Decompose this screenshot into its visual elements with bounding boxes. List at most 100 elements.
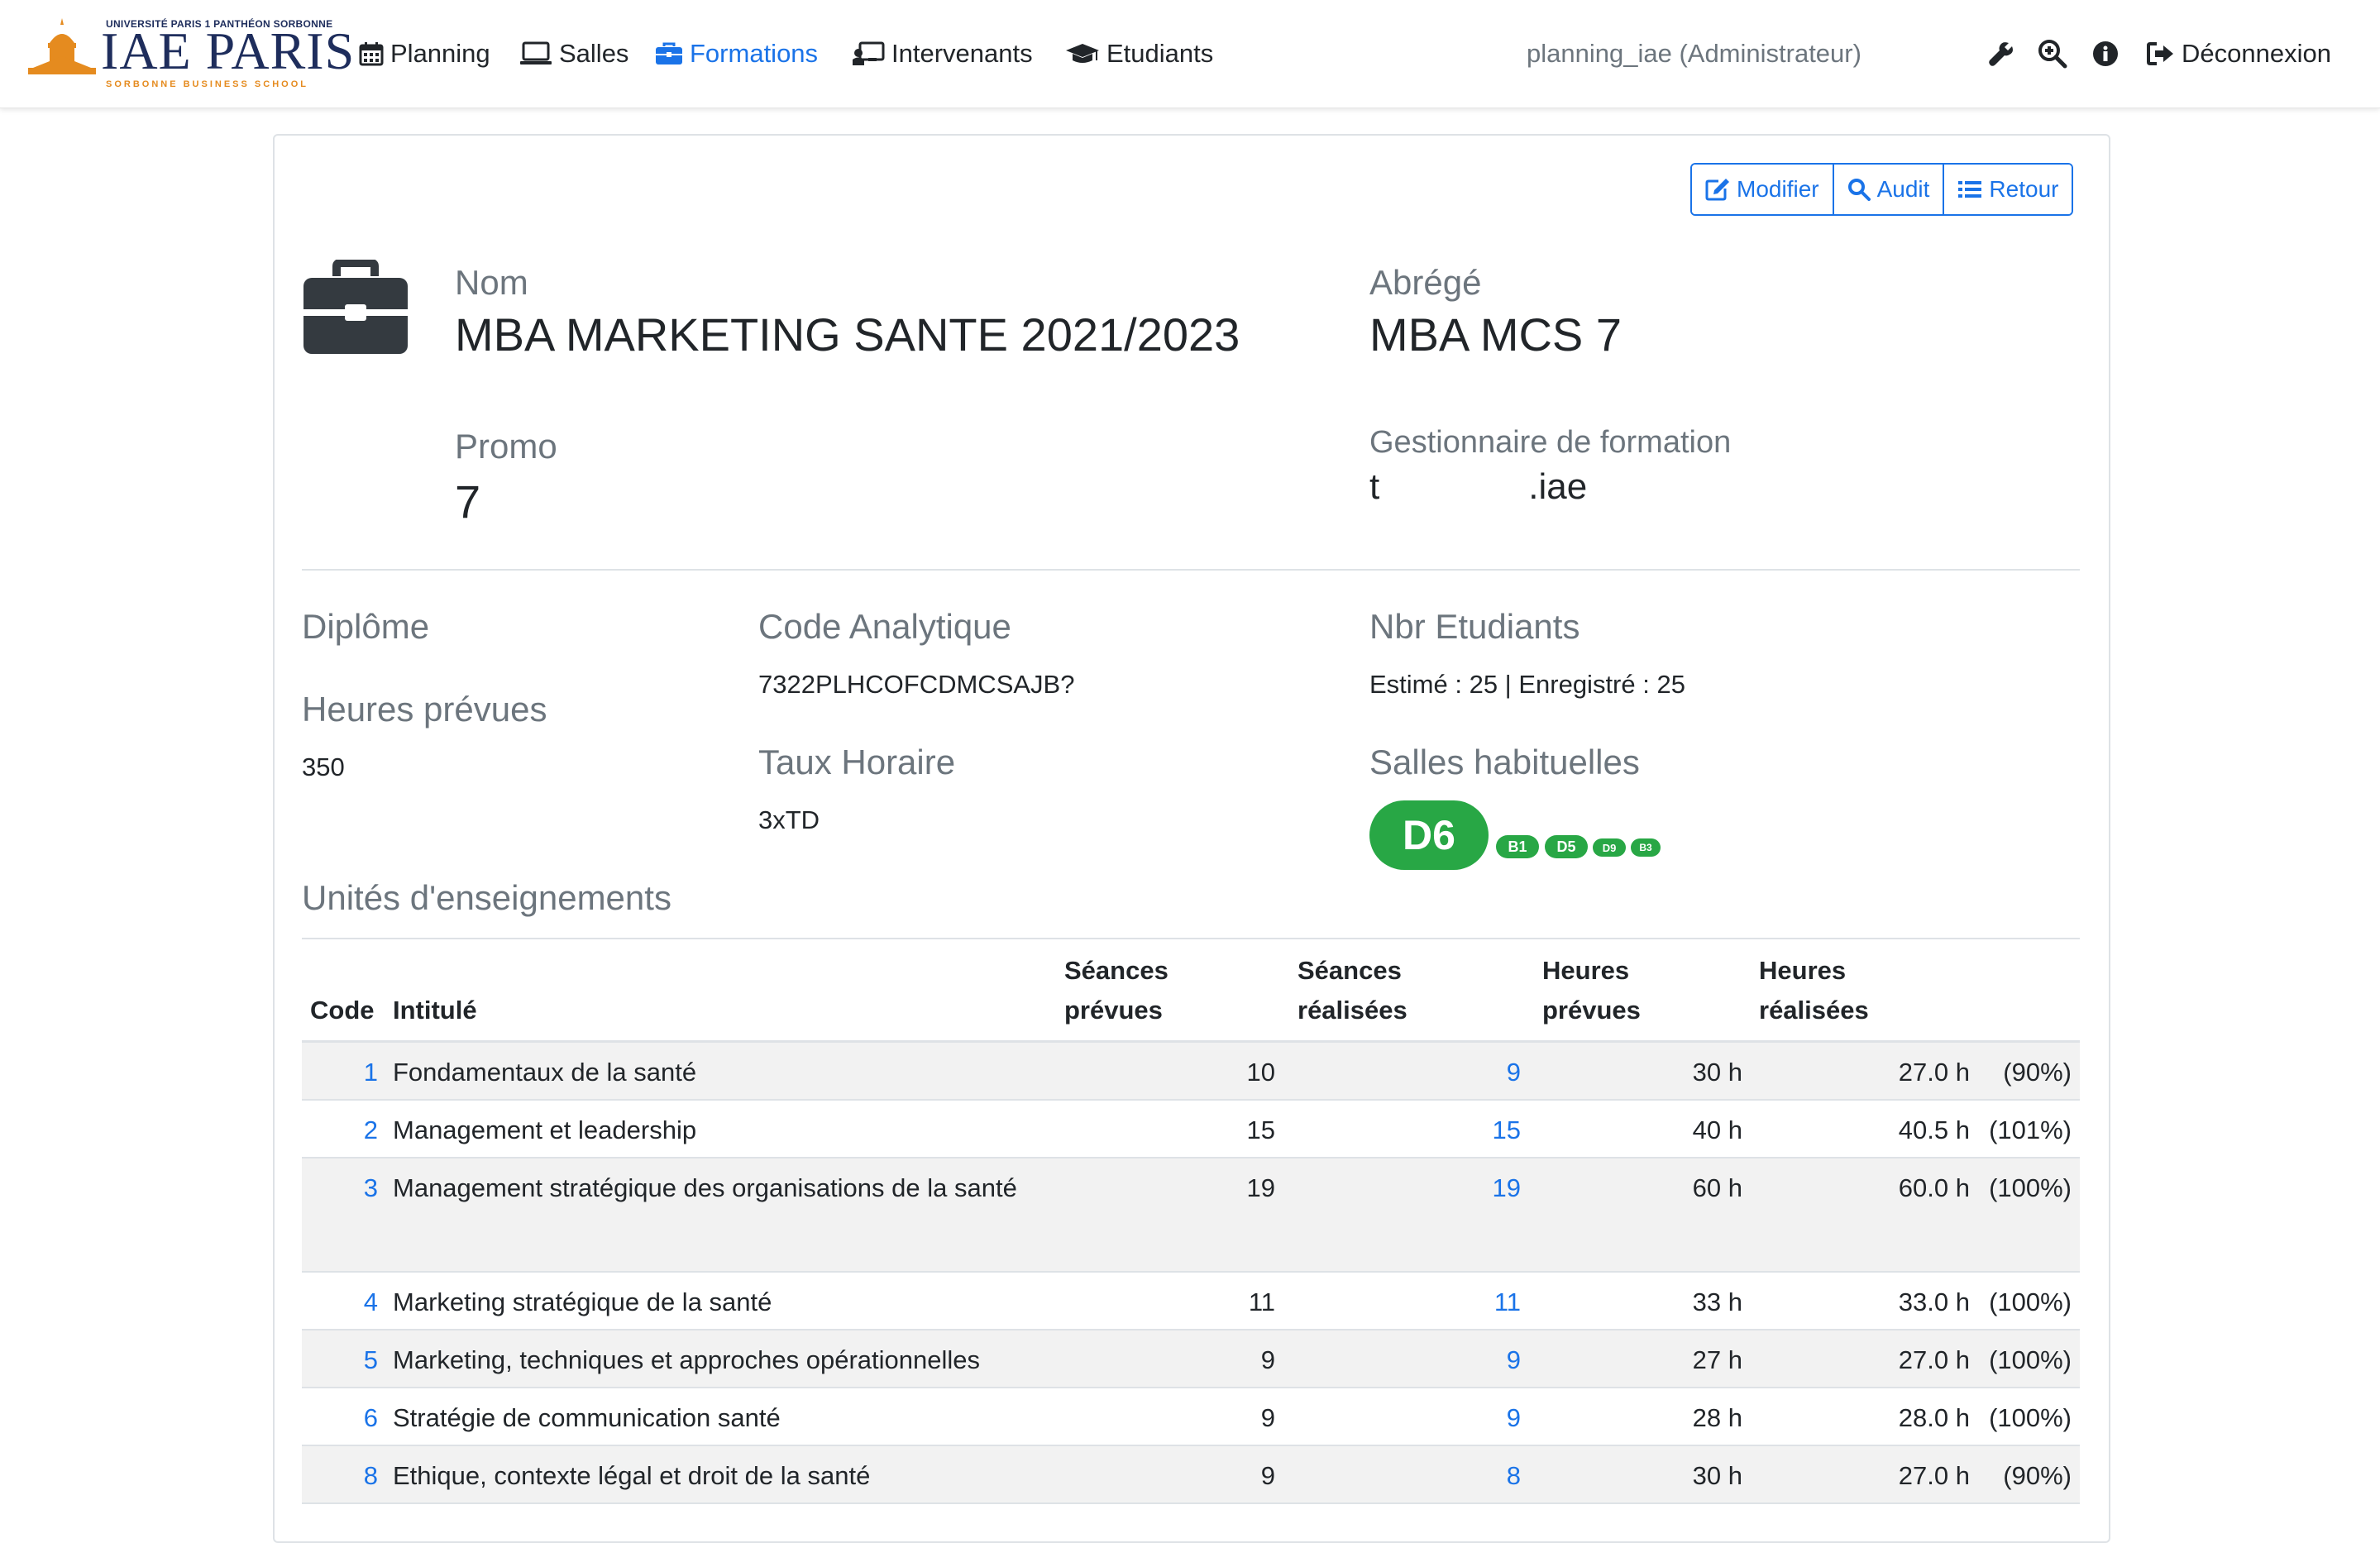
room-badge[interactable]: D6 (1369, 800, 1489, 870)
ue-code-link[interactable]: 2 (364, 1111, 378, 1150)
wrench-icon[interactable] (1985, 37, 2018, 70)
ue-intitule: Fondamentaux de la santé (393, 1058, 697, 1087)
navbar: UNIVERSITÉ PARIS 1 PANTHÉON SORBONNE IAE… (0, 0, 2380, 108)
ue-code-link[interactable]: 8 (364, 1456, 378, 1496)
ue-intitule: Stratégie de communication santé (393, 1403, 781, 1432)
seances-realisees-link[interactable]: 9 (1507, 1398, 1521, 1438)
nbr-etudiants-value: Estimé : 25 | Enregistré : 25 (1369, 670, 1685, 699)
ue-intitule: Ethique, contexte légal et droit de la s… (393, 1461, 871, 1490)
ue-section-title: Unités d'enseignements (302, 878, 671, 917)
heures-prevues: 27 h (1692, 1345, 1742, 1374)
seances-realisees-link[interactable]: 9 (1507, 1340, 1521, 1380)
room-badge[interactable]: D5 (1545, 835, 1588, 858)
code-analytique-label: Code Analytique (758, 607, 1011, 646)
seances-realisees-link[interactable]: 9 (1507, 1053, 1521, 1092)
code-analytique-value: 7322PLHCOFCDMCSAJB? (758, 670, 1075, 699)
info-icon[interactable] (2089, 37, 2122, 70)
room-badge[interactable]: B1 (1496, 835, 1539, 858)
salles-habituelles-label: Salles habituelles (1369, 743, 1640, 781)
heures-pourcentage: (90%) (2003, 1058, 2072, 1087)
ue-code-link[interactable]: 5 (364, 1340, 378, 1380)
heures-prevues: 60 h (1692, 1173, 1742, 1202)
seances-prevues: 9 (1260, 1461, 1275, 1490)
logout-button[interactable]: Déconnexion (2147, 33, 2331, 74)
heures-realisees: 27.0 h (1898, 1058, 1970, 1087)
table-row: 1 Fondamentaux de la santé 10 9 30 h 27.0 h (9… (302, 1043, 2080, 1101)
seances-realisees-link[interactable]: 11 (1494, 1283, 1521, 1322)
room-badge[interactable]: B3 (1631, 838, 1661, 857)
nav-formations-label: Formations (690, 39, 819, 68)
ue-table-header: Code Intitulé Séances prévues Séances réal… (302, 938, 2080, 1043)
laptop-icon (520, 41, 552, 64)
ue-code-link[interactable]: 6 (364, 1398, 378, 1438)
nav-formations[interactable]: Formations (655, 33, 818, 74)
seances-realisees-link[interactable]: 8 (1507, 1456, 1521, 1496)
seances-realisees-link[interactable]: 15 (1493, 1111, 1521, 1150)
taux-horaire-label: Taux Horaire (758, 743, 956, 781)
heures-realisees: 60.0 h (1898, 1173, 1970, 1202)
nav-etudiants[interactable]: Etudiants (1065, 33, 1213, 74)
formation-briefcase-icon (303, 260, 408, 354)
chalkboard-teacher-icon (853, 41, 885, 65)
calendar-icon (359, 42, 384, 66)
gestionnaire-suffix: .iae (1528, 466, 1588, 507)
heures-prevues: 33 h (1692, 1287, 1742, 1316)
col-seances-prevues[interactable]: Séances prévues (1064, 951, 1168, 1030)
nav-intervenants-label: Intervenants (891, 39, 1033, 68)
heures-prevues-value: 350 (302, 752, 345, 781)
heures-prevues-label: Heures prévues (302, 690, 547, 729)
ue-code-link[interactable]: 1 (364, 1053, 378, 1092)
seances-prevues: 19 (1246, 1173, 1275, 1202)
heures-pourcentage: (101%) (1989, 1115, 2072, 1144)
table-row: 3 Management stratégique des organisation… (302, 1158, 2080, 1273)
nav-planning-label: Planning (390, 39, 490, 68)
modifier-button[interactable]: Modifier (1692, 165, 1833, 214)
seances-prevues: 9 (1260, 1403, 1275, 1432)
table-row: 5 Marketing, techniques et approches opér… (302, 1330, 2080, 1388)
promo-label: Promo (455, 427, 557, 466)
ue-code-link[interactable]: 4 (364, 1283, 378, 1322)
ue-table: Code Intitulé Séances prévues Séances réal… (302, 938, 2080, 1504)
gestionnaire-value: t .iae (1369, 466, 1587, 508)
retour-button[interactable]: Retour (1943, 165, 2072, 214)
table-row: 4 Marketing stratégique de la santé 11 11 33… (302, 1273, 2080, 1330)
ue-code-link[interactable]: 3 (364, 1168, 378, 1208)
nav-intervenants[interactable]: Intervenants (852, 33, 1033, 74)
iae-paris-logo[interactable]: UNIVERSITÉ PARIS 1 PANTHÉON SORBONNE IAE… (25, 17, 354, 89)
col-intitule[interactable]: Intitulé (393, 991, 477, 1030)
diplome-label: Diplôme (302, 607, 430, 646)
seances-realisees-link[interactable]: 19 (1493, 1168, 1521, 1208)
nom-label: Nom (455, 263, 528, 302)
seances-prevues: 10 (1246, 1058, 1275, 1087)
heures-realisees: 40.5 h (1898, 1115, 1970, 1144)
col-seances-realisees[interactable]: Séances réalisées (1298, 951, 1407, 1030)
briefcase-icon (656, 42, 682, 64)
zoom-search-icon[interactable] (2036, 37, 2069, 70)
logo-title: IAE PARIS (101, 21, 356, 80)
nbr-etudiants-label: Nbr Etudiants (1369, 607, 1580, 646)
col-heures-realisees[interactable]: Heures réalisées (1759, 951, 1869, 1030)
modifier-label: Modifier (1737, 176, 1819, 202)
logout-label: Déconnexion (2182, 39, 2331, 68)
room-badge[interactable]: D9 (1593, 838, 1626, 857)
action-button-group: Modifier Audit Retour (1690, 163, 2074, 216)
col-code[interactable]: Code (310, 991, 375, 1030)
graduation-cap-icon (1066, 44, 1099, 63)
audit-button[interactable]: Audit (1832, 165, 1943, 214)
pantheon-icon (28, 18, 96, 74)
table-row: 2 Management et leadership 15 15 40 h 40.5 h (… (302, 1101, 2080, 1158)
current-user: planning_iae (Administrateur) (1527, 39, 1861, 68)
heures-pourcentage: (100%) (1989, 1173, 2072, 1202)
abrege-label: Abrégé (1369, 263, 1482, 302)
sign-out-icon (2147, 42, 2173, 65)
nav-salles[interactable]: Salles (519, 33, 628, 74)
heures-prevues: 30 h (1692, 1058, 1742, 1087)
table-row: 6 Stratégie de communication santé 9 9 28 h 2… (302, 1388, 2080, 1446)
col-heures-prevues[interactable]: Heures prévues (1542, 951, 1641, 1030)
heures-realisees: 27.0 h (1898, 1461, 1970, 1490)
nav-planning[interactable]: Planning (359, 33, 490, 74)
seances-prevues: 9 (1260, 1345, 1275, 1374)
heures-prevues: 28 h (1692, 1403, 1742, 1432)
heures-pourcentage: (100%) (1989, 1287, 2072, 1316)
heures-pourcentage: (100%) (1989, 1403, 2072, 1432)
